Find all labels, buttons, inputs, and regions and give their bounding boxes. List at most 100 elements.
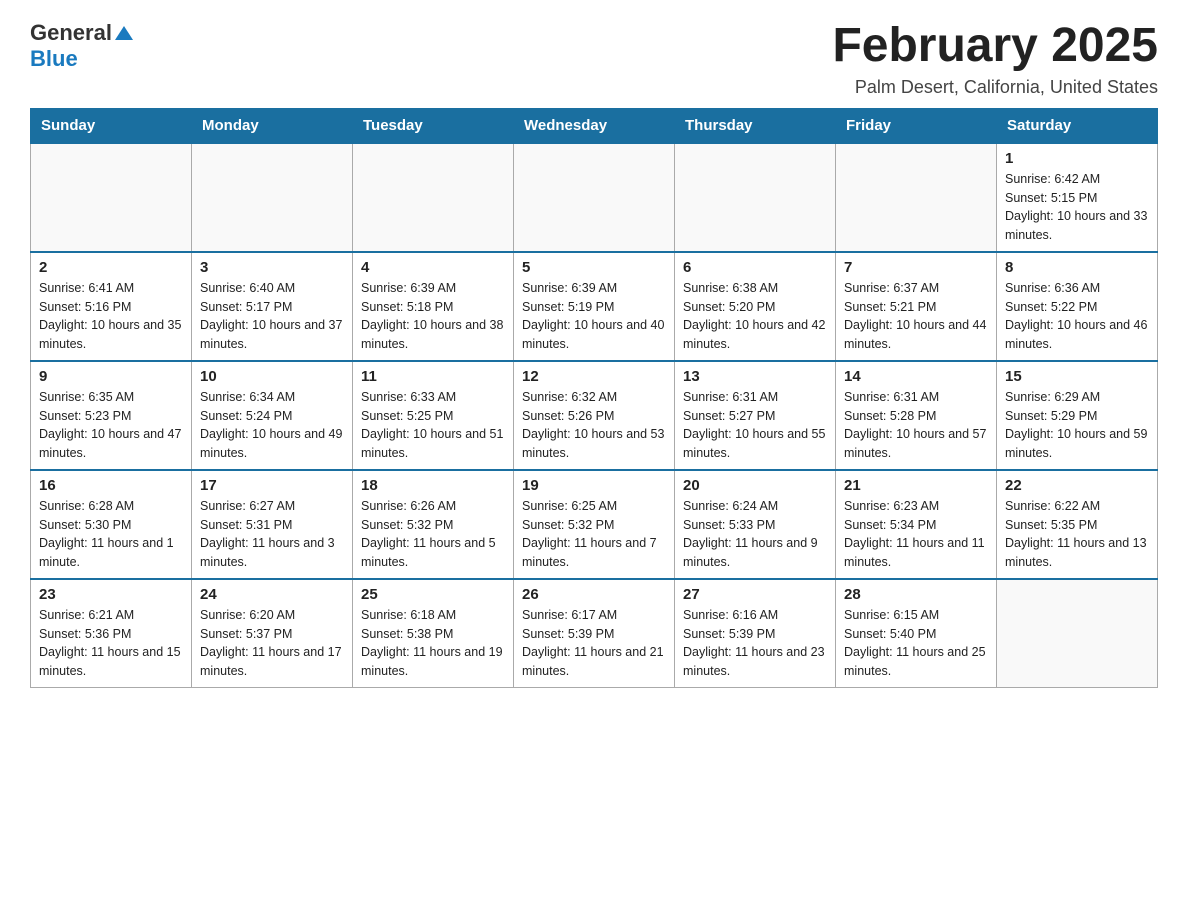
day-number: 17 (200, 477, 344, 494)
day-number: 27 (683, 586, 827, 603)
day-number: 20 (683, 477, 827, 494)
table-row: 19 Sunrise: 6:25 AMSunset: 5:32 PMDayligh… (514, 470, 675, 579)
location-text: Palm Desert, California, United States (832, 77, 1158, 98)
day-info: Sunrise: 6:17 AMSunset: 5:39 PMDaylight:… (522, 606, 666, 681)
day-number: 8 (1005, 259, 1149, 276)
day-number: 6 (683, 259, 827, 276)
calendar-week-row: 1 Sunrise: 6:42 AMSunset: 5:15 PMDaylight… (31, 143, 1158, 252)
day-info: Sunrise: 6:23 AMSunset: 5:34 PMDaylight:… (844, 497, 988, 572)
day-info: Sunrise: 6:27 AMSunset: 5:31 PMDaylight:… (200, 497, 344, 572)
logo-general-text: General (30, 20, 112, 46)
calendar-week-row: 2 Sunrise: 6:41 AMSunset: 5:16 PMDaylight… (31, 252, 1158, 361)
table-row: 26 Sunrise: 6:17 AMSunset: 5:39 PMDayligh… (514, 579, 675, 688)
logo-blue-text: Blue (30, 46, 78, 71)
table-row: 17 Sunrise: 6:27 AMSunset: 5:31 PMDayligh… (192, 470, 353, 579)
table-row (836, 143, 997, 252)
day-number: 26 (522, 586, 666, 603)
calendar-table: Sunday Monday Tuesday Wednesday Thursday… (30, 108, 1158, 688)
day-info: Sunrise: 6:35 AMSunset: 5:23 PMDaylight:… (39, 388, 183, 463)
table-row: 15 Sunrise: 6:29 AMSunset: 5:29 PMDayligh… (997, 361, 1158, 470)
day-info: Sunrise: 6:21 AMSunset: 5:36 PMDaylight:… (39, 606, 183, 681)
table-row: 25 Sunrise: 6:18 AMSunset: 5:38 PMDayligh… (353, 579, 514, 688)
day-info: Sunrise: 6:25 AMSunset: 5:32 PMDaylight:… (522, 497, 666, 572)
table-row: 7 Sunrise: 6:37 AMSunset: 5:21 PMDaylight… (836, 252, 997, 361)
day-info: Sunrise: 6:28 AMSunset: 5:30 PMDaylight:… (39, 497, 183, 572)
day-info: Sunrise: 6:40 AMSunset: 5:17 PMDaylight:… (200, 279, 344, 354)
day-number: 4 (361, 259, 505, 276)
calendar-body: 1 Sunrise: 6:42 AMSunset: 5:15 PMDaylight… (31, 143, 1158, 688)
day-info: Sunrise: 6:15 AMSunset: 5:40 PMDaylight:… (844, 606, 988, 681)
table-row: 8 Sunrise: 6:36 AMSunset: 5:22 PMDaylight… (997, 252, 1158, 361)
table-row: 11 Sunrise: 6:33 AMSunset: 5:25 PMDayligh… (353, 361, 514, 470)
calendar-header-row: Sunday Monday Tuesday Wednesday Thursday… (31, 108, 1158, 143)
day-info: Sunrise: 6:18 AMSunset: 5:38 PMDaylight:… (361, 606, 505, 681)
day-number: 18 (361, 477, 505, 494)
day-number: 12 (522, 368, 666, 385)
day-info: Sunrise: 6:39 AMSunset: 5:18 PMDaylight:… (361, 279, 505, 354)
day-number: 24 (200, 586, 344, 603)
logo: General Blue (30, 20, 133, 72)
table-row: 28Sunrise: 6:15 AMSunset: 5:40 PMDayligh… (836, 579, 997, 688)
day-number: 19 (522, 477, 666, 494)
day-info: Sunrise: 6:41 AMSunset: 5:16 PMDaylight:… (39, 279, 183, 354)
col-monday: Monday (192, 108, 353, 143)
page-header: General Blue February 2025 Palm Desert, … (30, 20, 1158, 98)
table-row: 22 Sunrise: 6:22 AMSunset: 5:35 PMDayligh… (997, 470, 1158, 579)
day-number: 11 (361, 368, 505, 385)
day-number: 1 (1005, 150, 1149, 167)
col-tuesday: Tuesday (353, 108, 514, 143)
day-info: Sunrise: 6:20 AMSunset: 5:37 PMDaylight:… (200, 606, 344, 681)
day-info: Sunrise: 6:37 AMSunset: 5:21 PMDaylight:… (844, 279, 988, 354)
day-info: Sunrise: 6:33 AMSunset: 5:25 PMDaylight:… (361, 388, 505, 463)
table-row: 3 Sunrise: 6:40 AMSunset: 5:17 PMDaylight… (192, 252, 353, 361)
month-title: February 2025 (832, 20, 1158, 73)
day-info: Sunrise: 6:22 AMSunset: 5:35 PMDaylight:… (1005, 497, 1149, 572)
table-row: 20 Sunrise: 6:24 AMSunset: 5:33 PMDayligh… (675, 470, 836, 579)
day-number: 9 (39, 368, 183, 385)
day-number: 2 (39, 259, 183, 276)
day-info: Sunrise: 6:24 AMSunset: 5:33 PMDaylight:… (683, 497, 827, 572)
day-info: Sunrise: 6:38 AMSunset: 5:20 PMDaylight:… (683, 279, 827, 354)
calendar-week-row: 16 Sunrise: 6:28 AMSunset: 5:30 PMDayligh… (31, 470, 1158, 579)
logo-triangle-icon (115, 22, 133, 40)
day-number: 7 (844, 259, 988, 276)
table-row: 1 Sunrise: 6:42 AMSunset: 5:15 PMDaylight… (997, 143, 1158, 252)
day-info: Sunrise: 6:32 AMSunset: 5:26 PMDaylight:… (522, 388, 666, 463)
table-row: 13Sunrise: 6:31 AMSunset: 5:27 PMDayligh… (675, 361, 836, 470)
day-number: 22 (1005, 477, 1149, 494)
table-row (997, 579, 1158, 688)
table-row (675, 143, 836, 252)
table-row: 4 Sunrise: 6:39 AMSunset: 5:18 PMDaylight… (353, 252, 514, 361)
table-row: 16 Sunrise: 6:28 AMSunset: 5:30 PMDayligh… (31, 470, 192, 579)
day-info: Sunrise: 6:31 AMSunset: 5:28 PMDaylight:… (844, 388, 988, 463)
table-row: 5 Sunrise: 6:39 AMSunset: 5:19 PMDaylight… (514, 252, 675, 361)
day-info: Sunrise: 6:42 AMSunset: 5:15 PMDaylight:… (1005, 170, 1149, 245)
table-row: 2 Sunrise: 6:41 AMSunset: 5:16 PMDaylight… (31, 252, 192, 361)
day-info: Sunrise: 6:34 AMSunset: 5:24 PMDaylight:… (200, 388, 344, 463)
day-number: 25 (361, 586, 505, 603)
day-info: Sunrise: 6:29 AMSunset: 5:29 PMDaylight:… (1005, 388, 1149, 463)
table-row: 24 Sunrise: 6:20 AMSunset: 5:37 PMDayligh… (192, 579, 353, 688)
col-thursday: Thursday (675, 108, 836, 143)
day-info: Sunrise: 6:39 AMSunset: 5:19 PMDaylight:… (522, 279, 666, 354)
day-info: Sunrise: 6:36 AMSunset: 5:22 PMDaylight:… (1005, 279, 1149, 354)
table-row: 12 Sunrise: 6:32 AMSunset: 5:26 PMDayligh… (514, 361, 675, 470)
table-row: 27Sunrise: 6:16 AMSunset: 5:39 PMDayligh… (675, 579, 836, 688)
day-number: 16 (39, 477, 183, 494)
day-number: 10 (200, 368, 344, 385)
day-number: 21 (844, 477, 988, 494)
table-row (31, 143, 192, 252)
day-info: Sunrise: 6:31 AMSunset: 5:27 PMDaylight:… (683, 388, 827, 463)
day-number: 15 (1005, 368, 1149, 385)
calendar-week-row: 23Sunrise: 6:21 AMSunset: 5:36 PMDayligh… (31, 579, 1158, 688)
col-saturday: Saturday (997, 108, 1158, 143)
table-row (192, 143, 353, 252)
table-row: 21 Sunrise: 6:23 AMSunset: 5:34 PMDayligh… (836, 470, 997, 579)
day-number: 5 (522, 259, 666, 276)
table-row (514, 143, 675, 252)
col-wednesday: Wednesday (514, 108, 675, 143)
col-sunday: Sunday (31, 108, 192, 143)
day-number: 3 (200, 259, 344, 276)
day-number: 14 (844, 368, 988, 385)
col-friday: Friday (836, 108, 997, 143)
